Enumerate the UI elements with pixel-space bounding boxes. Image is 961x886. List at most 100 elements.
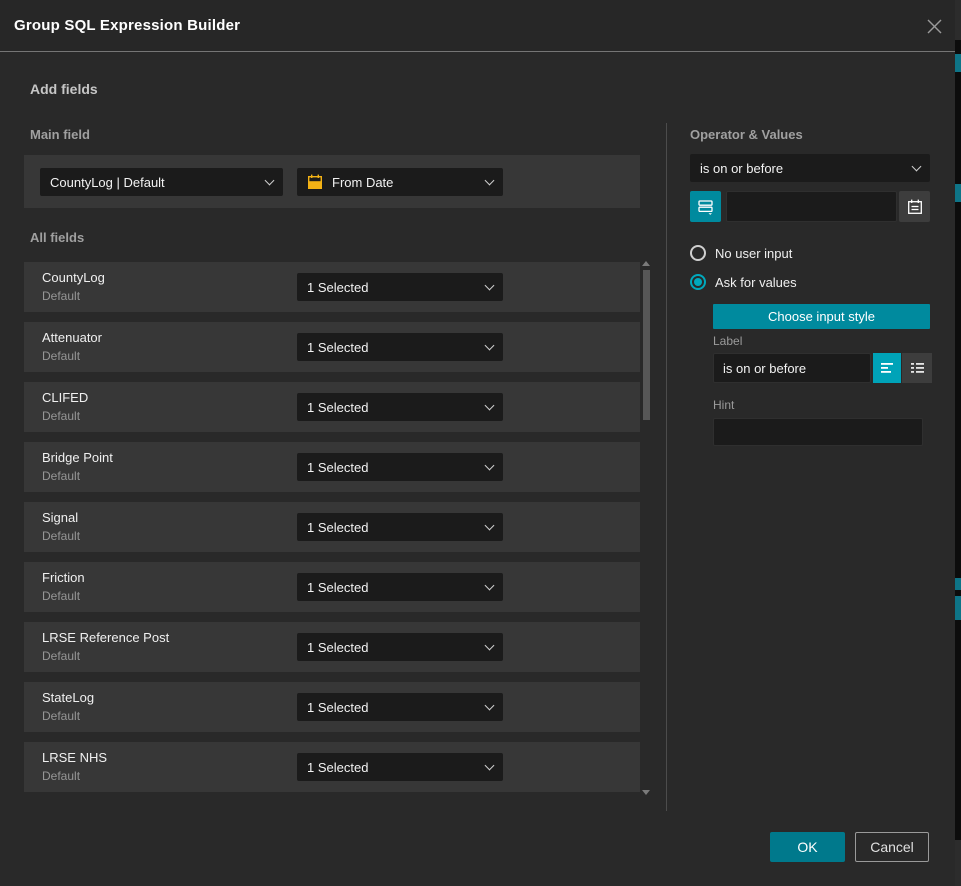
cancel-button[interactable]: Cancel xyxy=(855,832,929,862)
selected-count: 1 Selected xyxy=(307,280,478,295)
date-picker-button[interactable] xyxy=(899,191,930,222)
field-type: Default xyxy=(42,409,80,423)
selected-count: 1 Selected xyxy=(307,460,478,475)
selected-count: 1 Selected xyxy=(307,340,478,355)
chevron-down-icon xyxy=(265,175,275,185)
main-field-heading: Main field xyxy=(30,127,90,142)
field-name: CLIFED xyxy=(42,390,88,405)
field-name: LRSE Reference Post xyxy=(42,630,169,645)
field-row-lrse-nhs: LRSE NHS Default 1 Selected xyxy=(24,742,640,792)
selected-count: 1 Selected xyxy=(307,700,478,715)
selected-count: 1 Selected xyxy=(307,400,478,415)
radio-label: Ask for values xyxy=(715,275,797,290)
vertical-divider xyxy=(666,123,667,811)
date-value-row xyxy=(690,191,930,222)
calendar-icon xyxy=(307,174,323,190)
field-name: Bridge Point xyxy=(42,450,113,465)
hint-input[interactable] xyxy=(713,418,923,446)
background-app-edge xyxy=(955,0,961,886)
field-type: Default xyxy=(42,649,80,663)
field-type: Default xyxy=(42,589,80,603)
field-row-statelog: StateLog Default 1 Selected xyxy=(24,682,640,732)
field-selected-dropdown[interactable]: 1 Selected xyxy=(297,633,503,661)
field-name: StateLog xyxy=(42,690,94,705)
field-selected-dropdown[interactable]: 1 Selected xyxy=(297,513,503,541)
field-type: Default xyxy=(42,469,80,483)
radio-ask-for-values[interactable]: Ask for values xyxy=(690,274,797,290)
field-row-countylog: CountyLog Default 1 Selected xyxy=(24,262,640,312)
field-type: Default xyxy=(42,349,80,363)
field-type: Default xyxy=(42,289,80,303)
field-selected-dropdown[interactable]: 1 Selected xyxy=(297,393,503,421)
label-input[interactable] xyxy=(713,353,871,383)
close-icon xyxy=(926,18,943,35)
field-selected-dropdown[interactable]: 1 Selected xyxy=(297,333,503,361)
choose-input-style-button[interactable]: Choose input style xyxy=(713,304,930,329)
field-name: CountyLog xyxy=(42,270,105,285)
chevron-down-icon xyxy=(485,700,495,710)
calendar-icon xyxy=(907,199,923,215)
field-row-signal: Signal Default 1 Selected xyxy=(24,502,640,552)
radio-checked-icon xyxy=(690,274,706,290)
operator-values-heading: Operator & Values xyxy=(690,127,803,142)
add-fields-heading: Add fields xyxy=(30,81,98,97)
operator-dropdown[interactable]: is on or before xyxy=(690,154,930,182)
chevron-down-icon xyxy=(485,280,495,290)
label-input-row xyxy=(713,353,932,383)
field-selected-dropdown[interactable]: 1 Selected xyxy=(297,753,503,781)
field-name: Friction xyxy=(42,570,85,585)
chevron-down-icon xyxy=(485,460,495,470)
field-row-lrse-reference-post: LRSE Reference Post Default 1 Selected xyxy=(24,622,640,672)
main-field-field-dropdown[interactable]: From Date xyxy=(297,168,503,196)
field-type: Default xyxy=(42,529,80,543)
scrollbar-up-arrow[interactable] xyxy=(642,261,650,266)
chevron-down-icon xyxy=(485,580,495,590)
scrollbar-down-arrow[interactable] xyxy=(642,790,650,795)
dialog-title: Group SQL Expression Builder xyxy=(14,17,240,34)
chevron-down-icon xyxy=(485,520,495,530)
main-field-panel: CountyLog | Default From Date xyxy=(24,155,640,208)
selected-count: 1 Selected xyxy=(307,580,478,595)
title-bar: Group SQL Expression Builder xyxy=(0,0,961,52)
field-name: Attenuator xyxy=(42,330,102,345)
value-type-button[interactable] xyxy=(690,191,721,222)
operator-value: is on or before xyxy=(700,161,905,176)
radio-label: No user input xyxy=(715,246,792,261)
list-style-button[interactable] xyxy=(902,353,932,383)
ok-button[interactable]: OK xyxy=(770,832,845,862)
label-heading: Label xyxy=(713,334,742,348)
chevron-down-icon xyxy=(485,760,495,770)
field-row-friction: Friction Default 1 Selected xyxy=(24,562,640,612)
chevron-down-icon xyxy=(912,161,922,171)
selected-count: 1 Selected xyxy=(307,640,478,655)
scrollbar-thumb[interactable] xyxy=(643,270,650,420)
field-selected-dropdown[interactable]: 1 Selected xyxy=(297,273,503,301)
radio-unchecked-icon xyxy=(690,245,706,261)
field-selected-dropdown[interactable]: 1 Selected xyxy=(297,453,503,481)
field-type: Default xyxy=(42,769,80,783)
field-row-attenuator: Attenuator Default 1 Selected xyxy=(24,322,640,372)
close-button[interactable] xyxy=(923,15,945,37)
field-type: Default xyxy=(42,709,80,723)
field-name: Signal xyxy=(42,510,78,525)
field-row-clifed: CLIFED Default 1 Selected xyxy=(24,382,640,432)
radio-no-user-input[interactable]: No user input xyxy=(690,245,792,261)
field-selected-dropdown[interactable]: 1 Selected xyxy=(297,693,503,721)
main-field-layer-dropdown[interactable]: CountyLog | Default xyxy=(40,168,283,196)
field-row-bridge-point: Bridge Point Default 1 Selected xyxy=(24,442,640,492)
all-fields-heading: All fields xyxy=(30,230,84,245)
field-name: LRSE NHS xyxy=(42,750,107,765)
single-line-style-button[interactable] xyxy=(873,353,901,383)
main-field-field-value: From Date xyxy=(332,175,478,190)
date-value-input[interactable] xyxy=(726,191,897,222)
field-selected-dropdown[interactable]: 1 Selected xyxy=(297,573,503,601)
selected-count: 1 Selected xyxy=(307,520,478,535)
chevron-down-icon xyxy=(485,175,495,185)
chevron-down-icon xyxy=(485,340,495,350)
group-sql-expression-builder-dialog: Group SQL Expression Builder Add fields … xyxy=(0,0,961,886)
selected-count: 1 Selected xyxy=(307,760,478,775)
align-left-icon xyxy=(880,361,895,375)
chevron-down-icon xyxy=(485,400,495,410)
main-field-layer-value: CountyLog | Default xyxy=(50,175,258,190)
bullet-list-icon xyxy=(910,361,925,375)
